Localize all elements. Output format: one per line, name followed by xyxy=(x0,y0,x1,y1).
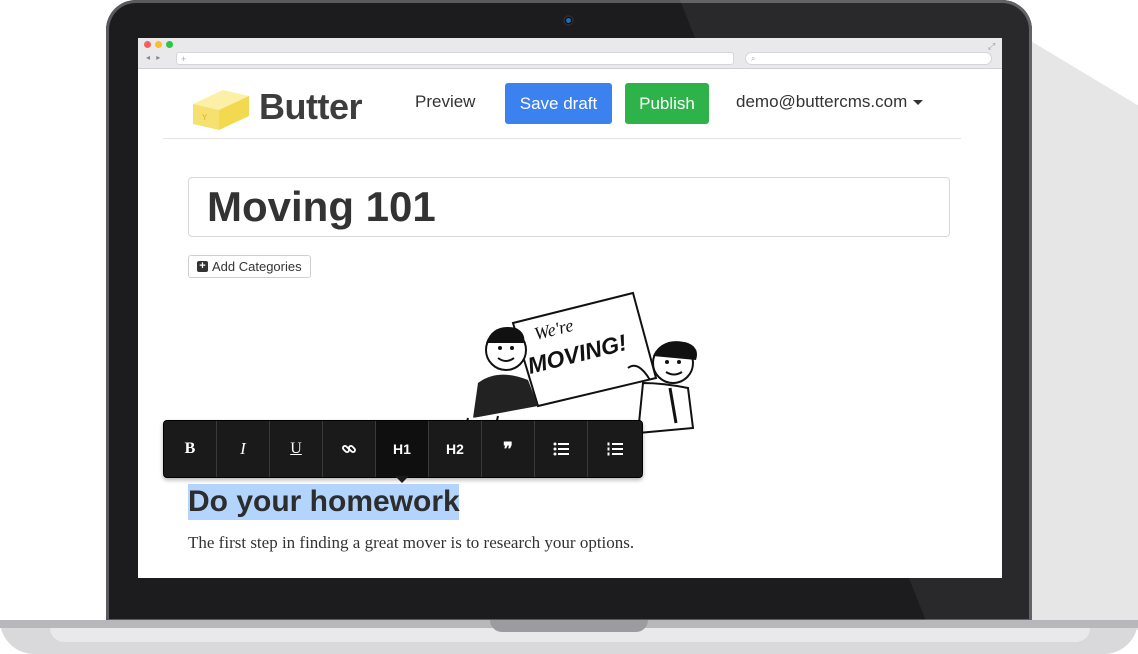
section-heading[interactable]: Do your homework xyxy=(188,484,460,520)
numbered-list-button[interactable] xyxy=(588,421,641,477)
quote-icon: ❞ xyxy=(503,438,513,459)
butter-logo-icon: Y xyxy=(193,90,249,130)
address-bar[interactable]: + xyxy=(176,52,734,65)
user-email: demo@buttercms.com xyxy=(736,92,908,111)
minimize-window-dot[interactable] xyxy=(155,41,162,48)
moving-illustration[interactable]: We're MOVING! xyxy=(438,288,708,438)
bullet-list-button[interactable] xyxy=(535,421,588,477)
link-button[interactable] xyxy=(323,421,376,477)
post-title-input[interactable]: Moving 101 xyxy=(188,177,950,237)
browser-search-field[interactable]: ⌕ xyxy=(745,52,992,65)
bullet-list-icon xyxy=(553,442,569,456)
blockquote-button[interactable]: ❞ xyxy=(482,421,535,477)
add-categories-button[interactable]: + Add Categories xyxy=(188,255,311,278)
italic-button[interactable]: I xyxy=(217,421,270,477)
app-header: Y Butter Preview Save draft Publish demo… xyxy=(163,68,961,139)
user-menu[interactable]: demo@buttercms.com xyxy=(736,92,924,112)
bold-button[interactable]: B xyxy=(164,421,217,477)
heading-2-button[interactable]: H2 xyxy=(429,421,482,477)
logo-text[interactable]: Butter xyxy=(259,86,363,128)
fullscreen-icon[interactable]: ⤢ xyxy=(988,41,995,52)
maximize-window-dot[interactable] xyxy=(166,41,173,48)
heading-1-button[interactable]: H1 xyxy=(376,421,429,477)
link-icon xyxy=(342,445,356,453)
screen: ◂ ▸ + ⌕ ⤢ Y Butter Preview Save draft Pu… xyxy=(138,38,1002,578)
toolbar-pointer xyxy=(395,476,409,483)
browser-nav-arrows[interactable]: ◂ ▸ xyxy=(146,53,162,62)
camera-icon xyxy=(563,15,574,26)
preview-link[interactable]: Preview xyxy=(415,92,475,112)
publish-button[interactable]: Publish xyxy=(625,83,709,124)
body-paragraph[interactable]: The first step in finding a great mover … xyxy=(188,533,634,553)
save-draft-button[interactable]: Save draft xyxy=(505,83,612,124)
laptop-base-notch xyxy=(490,620,648,632)
chevron-down-icon xyxy=(913,100,924,106)
svg-text:Y: Y xyxy=(202,113,208,122)
close-window-dot[interactable] xyxy=(144,41,151,48)
add-categories-label: Add Categories xyxy=(212,259,302,274)
formatting-toolbar: B I U H1 H2 ❞ xyxy=(163,420,643,478)
search-icon: ⌕ xyxy=(751,54,756,63)
plus-icon: + xyxy=(197,261,208,272)
numbered-list-icon xyxy=(607,442,623,456)
underline-button[interactable]: U xyxy=(270,421,323,477)
browser-toolbar: ◂ ▸ + ⌕ ⤢ xyxy=(138,38,1002,69)
